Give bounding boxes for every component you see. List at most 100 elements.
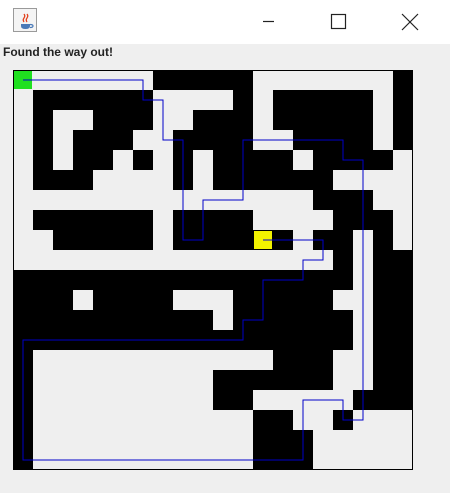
- maze-wall-cell: [253, 370, 273, 390]
- maze-wall-cell: [153, 290, 173, 310]
- maze-wall-cell: [373, 370, 393, 390]
- maze-wall-cell: [393, 270, 413, 290]
- maze-wall-cell: [313, 290, 333, 310]
- maze-wall-cell: [93, 270, 113, 290]
- maze-wall-cell: [293, 310, 313, 330]
- maze-wall-cell: [393, 90, 413, 110]
- maze-wall-cell: [313, 330, 333, 350]
- maze-wall-cell: [73, 90, 93, 110]
- maze-wall-cell: [53, 170, 73, 190]
- maze-wall-cell: [213, 150, 233, 170]
- maze-wall-cell: [333, 90, 353, 110]
- maze-wall-cell: [333, 110, 353, 130]
- maze-wall-cell: [393, 110, 413, 130]
- maze-wall-cell: [93, 310, 113, 330]
- maze-wall-cell: [313, 110, 333, 130]
- maze-wall-cell: [253, 330, 273, 350]
- maze-wall-cell: [53, 270, 73, 290]
- maze-wall-cell: [73, 230, 93, 250]
- maze-wall-cell: [113, 110, 133, 130]
- maze-wall-cell: [373, 290, 393, 310]
- maze-wall-cell: [273, 110, 293, 130]
- maze-wall-cell: [333, 210, 353, 230]
- maze-wall-cell: [273, 90, 293, 110]
- maze-wall-cell: [393, 370, 413, 390]
- maze-wall-cell: [73, 310, 93, 330]
- maze-wall-cell: [33, 130, 53, 150]
- maze-wall-cell: [93, 110, 113, 130]
- maze-wall-cell: [73, 130, 93, 150]
- maze-wall-cell: [173, 310, 193, 330]
- maze-wall-cell: [193, 270, 213, 290]
- maze-wall-cell: [233, 270, 253, 290]
- maze-wall-cell: [333, 250, 353, 270]
- maze-wall-cell: [293, 290, 313, 310]
- maze-wall-cell: [133, 150, 153, 170]
- maze-wall-cell: [293, 330, 313, 350]
- maze-wall-cell: [313, 90, 333, 110]
- maze-wall-cell: [393, 130, 413, 150]
- maze-wall-cell: [13, 290, 33, 310]
- maze-wall-cell: [213, 230, 233, 250]
- maze-wall-cell: [373, 250, 393, 270]
- maze-wall-cell: [373, 210, 393, 230]
- maze-wall-cell: [213, 170, 233, 190]
- maze-wall-cell: [333, 230, 353, 250]
- maze-wall-cell: [293, 370, 313, 390]
- maze-wall-cell: [373, 150, 393, 170]
- maze-wall-cell: [393, 250, 413, 270]
- maze-wall-cell: [113, 230, 133, 250]
- maze-wall-cell: [393, 290, 413, 310]
- maze-wall-cell: [93, 150, 113, 170]
- maze-wall-cell: [253, 150, 273, 170]
- maze-wall-cell: [133, 230, 153, 250]
- maze-wall-cell: [333, 330, 353, 350]
- maze-wall-cell: [353, 130, 373, 150]
- maze-wall-cell: [133, 110, 153, 130]
- maze-wall-cell: [173, 70, 193, 90]
- maze-wall-cell: [173, 270, 193, 290]
- maze-wall-cell: [213, 130, 233, 150]
- maze-wall-cell: [213, 110, 233, 130]
- maze-wall-cell: [233, 290, 253, 310]
- maze-wall-cell: [353, 90, 373, 110]
- maze-wall-cell: [393, 390, 413, 410]
- maze-wall-cell: [313, 270, 333, 290]
- maze-wall-cell: [273, 330, 293, 350]
- maze-wall-cell: [313, 170, 333, 190]
- maze-wall-cell: [273, 290, 293, 310]
- maze-wall-cell: [313, 190, 333, 210]
- maze-wall-cell: [233, 370, 253, 390]
- maze-wall-cell: [273, 170, 293, 190]
- maze-wall-cell: [313, 150, 333, 170]
- maze-wall-cell: [73, 210, 93, 230]
- maze-wall-cell: [273, 150, 293, 170]
- maze-wall-cell: [373, 270, 393, 290]
- maze-wall-cell: [73, 270, 93, 290]
- maze-wall-cell: [313, 370, 333, 390]
- maze-wall-cell: [53, 90, 73, 110]
- maze-wall-cell: [213, 390, 233, 410]
- maze-wall-cell: [213, 370, 233, 390]
- maze-wall-cell: [233, 210, 253, 230]
- maze-wall-cell: [213, 70, 233, 90]
- maze-wall-cell: [253, 430, 273, 450]
- maze-wall-cell: [233, 90, 253, 110]
- maze-wall-cell: [33, 270, 53, 290]
- maze-wall-cell: [33, 170, 53, 190]
- maze-wall-cell: [93, 90, 113, 110]
- maze-wall-cell: [153, 70, 173, 90]
- maze-wall-cell: [53, 290, 73, 310]
- maze-wall-cell: [93, 130, 113, 150]
- maze-wall-cell: [33, 210, 53, 230]
- maze-wall-cell: [353, 110, 373, 130]
- maze-wall-cell: [153, 310, 173, 330]
- maze-wall-cell: [33, 310, 53, 330]
- maze-wall-cell: [313, 310, 333, 330]
- maze-wall-cell: [13, 270, 33, 290]
- maze-wall-cell: [93, 230, 113, 250]
- maze-wall-cell: [233, 230, 253, 250]
- maze-wall-cell: [73, 170, 93, 190]
- maze-wall-cell: [193, 310, 213, 330]
- maze-wall-cell: [53, 310, 73, 330]
